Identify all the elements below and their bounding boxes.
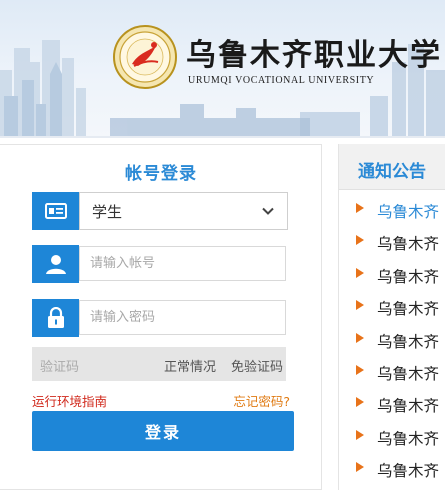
id-card-icon bbox=[32, 192, 79, 230]
notice-title: 通知公告 bbox=[358, 162, 426, 182]
notice-header: 通知公告 bbox=[339, 144, 445, 190]
environment-guide-link[interactable]: 运行环境指南 bbox=[32, 391, 107, 410]
lock-icon bbox=[32, 299, 79, 337]
chevron-down-icon bbox=[262, 207, 274, 215]
login-panel: 帐号登录 学生 请输入帐号 验证码 正常情况 免验证码 运行环境指南 忘记密码?… bbox=[0, 144, 322, 490]
user-type-selected: 学生 bbox=[92, 203, 123, 221]
banner-divider bbox=[0, 136, 445, 138]
forgot-password-link[interactable]: 忘记密码? bbox=[233, 391, 290, 410]
password-input[interactable] bbox=[79, 300, 286, 335]
triangle-right-icon bbox=[356, 364, 364, 375]
notice-item[interactable]: 乌鲁木齐 bbox=[339, 263, 445, 295]
notice-item-label: 乌鲁木齐 bbox=[377, 300, 440, 319]
triangle-right-icon bbox=[356, 203, 364, 213]
user-type-select[interactable]: 学生 bbox=[79, 192, 288, 230]
notice-item-label: 乌鲁木齐 bbox=[377, 267, 440, 286]
account-row bbox=[32, 245, 286, 283]
notice-item[interactable]: 乌鲁木齐 bbox=[339, 295, 445, 327]
captcha-status-text: 正常情况 bbox=[163, 360, 216, 375]
notice-item[interactable]: 乌鲁木齐 bbox=[339, 392, 445, 424]
notice-item-label: 乌鲁木齐 bbox=[377, 235, 440, 254]
notice-item-label: 乌鲁木齐 bbox=[377, 397, 440, 416]
notice-item[interactable]: 乌鲁木齐 bbox=[339, 457, 445, 489]
triangle-right-icon bbox=[356, 429, 364, 440]
notice-item[interactable]: 乌鲁木齐 bbox=[339, 360, 445, 392]
captcha-placeholder: 验证码 bbox=[40, 360, 80, 375]
notice-item[interactable]: 乌鲁木齐 bbox=[339, 230, 445, 262]
login-title: 帐号登录 bbox=[125, 164, 197, 184]
notice-item-label: 乌鲁木齐 bbox=[377, 462, 440, 481]
notice-panel: 通知公告 乌鲁木齐 乌鲁木齐 乌鲁木齐 乌鲁木齐 乌鲁木齐 乌鲁木齐 乌鲁木齐 乌鲁木齐 乌鲁木… bbox=[338, 144, 445, 490]
user-type-row: 学生 bbox=[32, 192, 288, 230]
triangle-right-icon bbox=[356, 267, 364, 278]
notice-item[interactable]: 乌鲁木齐 bbox=[339, 425, 445, 457]
notice-item[interactable]: 乌鲁木齐 bbox=[339, 198, 445, 230]
user-icon bbox=[32, 245, 79, 283]
notice-list: 乌鲁木齐 乌鲁木齐 乌鲁木齐 乌鲁木齐 乌鲁木齐 乌鲁木齐 乌鲁木齐 乌鲁木齐 乌鲁木齐 bbox=[339, 198, 445, 490]
captcha-free-text: 免验证码 bbox=[230, 360, 283, 375]
notice-item-label: 乌鲁木齐 bbox=[377, 364, 440, 383]
notice-item-label: 乌鲁木齐 bbox=[377, 429, 440, 448]
login-button[interactable]: 登录 bbox=[32, 411, 294, 451]
notice-item[interactable]: 乌鲁木齐 bbox=[339, 328, 445, 360]
captcha-field[interactable]: 验证码 正常情况 免验证码 bbox=[32, 347, 286, 381]
notice-item-label: 乌鲁木齐 bbox=[377, 332, 440, 351]
password-row bbox=[32, 299, 286, 337]
triangle-right-icon bbox=[356, 300, 364, 311]
triangle-right-icon bbox=[356, 397, 364, 408]
account-input[interactable] bbox=[79, 246, 286, 281]
notice-item-label: 乌鲁木齐 bbox=[377, 203, 440, 221]
triangle-right-icon bbox=[356, 235, 364, 246]
triangle-right-icon bbox=[356, 332, 364, 343]
university-emblem-logo bbox=[113, 25, 177, 89]
university-name-english: URUMQI VOCATIONAL UNIVERSITY bbox=[188, 75, 375, 86]
header-banner: 乌鲁木齐职业大学 URUMQI VOCATIONAL UNIVERSITY bbox=[0, 0, 445, 138]
triangle-right-icon bbox=[356, 462, 364, 473]
university-name-chinese: 乌鲁木齐职业大学 bbox=[186, 38, 442, 73]
